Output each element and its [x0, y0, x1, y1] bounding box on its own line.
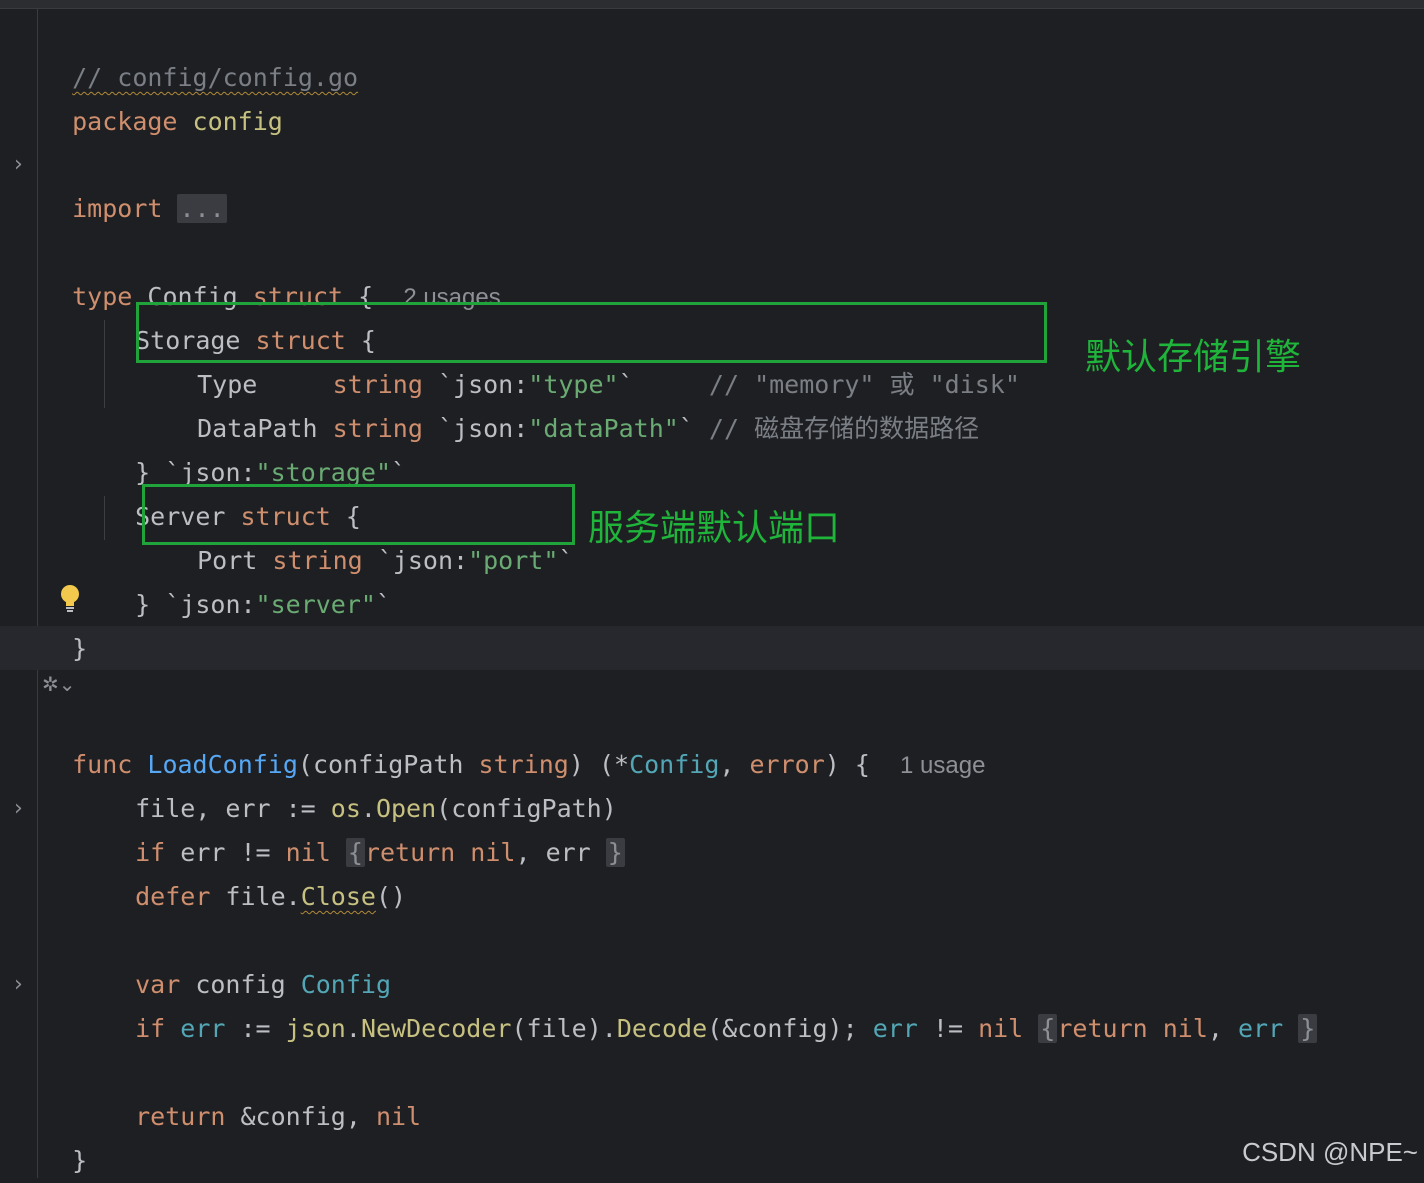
- struct-tag: `json:: [377, 546, 469, 575]
- usages-hint[interactable]: 1 usage: [900, 752, 985, 779]
- punct: ,: [719, 750, 750, 779]
- keyword: package: [72, 107, 178, 136]
- struct-tag-close: `: [391, 458, 407, 487]
- struct-tag-close: `: [375, 590, 392, 619]
- op: :=: [225, 1014, 286, 1043]
- annotation-box-storage-type: [136, 302, 1047, 363]
- code-line[interactable]: func LoadConfig(configPath string) (*Con…: [42, 699, 985, 779]
- struct-tag: `json:: [437, 414, 529, 443]
- expr: &config,: [225, 1102, 376, 1131]
- fold-brace[interactable]: }: [1298, 1014, 1318, 1043]
- punct: (): [375, 882, 407, 911]
- struct-tag-close: `: [558, 546, 574, 575]
- var: err: [872, 1014, 918, 1043]
- var: file.: [210, 882, 301, 911]
- keyword: defer: [135, 882, 211, 911]
- keyword: if: [135, 1014, 166, 1043]
- code-line[interactable]: import ...: [42, 143, 227, 223]
- gutter-divider: [37, 9, 38, 1178]
- code-line[interactable]: defer file.Close(): [105, 831, 406, 911]
- struct-tag: `json:: [165, 590, 256, 619]
- args: (file).: [511, 1014, 617, 1043]
- tag-value: "server": [255, 590, 376, 619]
- code-line[interactable]: } `json:"storage"`: [105, 407, 406, 487]
- annotation-storage-engine: 默认存储引擎: [1085, 337, 1302, 378]
- args: (&config);: [707, 1014, 873, 1043]
- ai-assist-icon[interactable]: ✲⌄: [42, 672, 88, 698]
- fold-chevron-icon[interactable]: ›: [14, 963, 32, 1007]
- code-line[interactable]: }: [42, 1095, 87, 1175]
- keyword: return: [1057, 1014, 1148, 1043]
- caret-line-highlight: [0, 626, 1424, 670]
- punct: ) {: [824, 750, 870, 779]
- code-line[interactable]: // config/config.go: [42, 12, 358, 92]
- call: Decode: [616, 1014, 708, 1043]
- call-warning: Close: [300, 882, 376, 911]
- folded-import-block[interactable]: ...: [177, 194, 227, 223]
- code-line[interactable]: var config Config: [105, 919, 391, 999]
- tag-value: "port": [468, 546, 559, 575]
- code-line[interactable]: type Config struct { 2 usages: [42, 231, 501, 311]
- brace: }: [72, 634, 88, 663]
- punct: .: [345, 1014, 361, 1043]
- code-line[interactable]: if err := json.NewDecoder(file).Decode(&…: [105, 963, 1318, 1043]
- var: err: [545, 838, 591, 867]
- punct: ,: [1207, 1014, 1238, 1043]
- keyword: import: [72, 194, 163, 223]
- line-comment: // 磁盘存储的数据路径: [708, 414, 980, 443]
- struct-tag-close: `: [678, 414, 694, 443]
- brace: }: [135, 590, 151, 619]
- tag-value: "dataPath": [528, 414, 679, 443]
- op: !=: [917, 1014, 979, 1043]
- code-line[interactable]: file, err := os.Open(configPath): [105, 743, 617, 823]
- code-line[interactable]: } `json:"server"`: [105, 539, 391, 619]
- code-line[interactable]: DataPath string `json:"dataPath"` // 磁盘存…: [167, 363, 979, 443]
- keyword: nil: [978, 1014, 1024, 1043]
- call: NewDecoder: [360, 1014, 512, 1043]
- code-line[interactable]: package config: [42, 56, 283, 136]
- keyword: error: [749, 750, 825, 779]
- fold-brace[interactable]: {: [1038, 1014, 1058, 1043]
- code-line[interactable]: return &config, nil: [105, 1051, 421, 1131]
- var: err: [1238, 1014, 1284, 1043]
- punct: ,: [515, 838, 546, 867]
- keyword: nil: [470, 838, 516, 867]
- lightbulb-icon[interactable]: [58, 583, 82, 615]
- package-name: config: [192, 107, 283, 136]
- type-ref: Config: [629, 750, 720, 779]
- annotation-server-port: 服务端默认端口: [588, 508, 841, 549]
- fold-brace[interactable]: }: [605, 838, 625, 867]
- brace: }: [72, 1146, 88, 1175]
- code-line[interactable]: if err != nil {return nil, err }: [105, 787, 625, 867]
- annotation-box-server-port: [142, 484, 575, 545]
- fold-chevron-icon[interactable]: ›: [14, 787, 32, 831]
- keyword: nil: [1162, 1014, 1208, 1043]
- fold-chevron-icon[interactable]: ›: [14, 143, 32, 187]
- package-ref: json: [285, 1014, 346, 1043]
- editor-top-border: [0, 0, 1424, 9]
- var: err: [180, 1014, 226, 1043]
- keyword: return: [135, 1102, 226, 1131]
- watermark: CSDN @NPE~: [1242, 1137, 1418, 1167]
- keyword: nil: [375, 1102, 422, 1131]
